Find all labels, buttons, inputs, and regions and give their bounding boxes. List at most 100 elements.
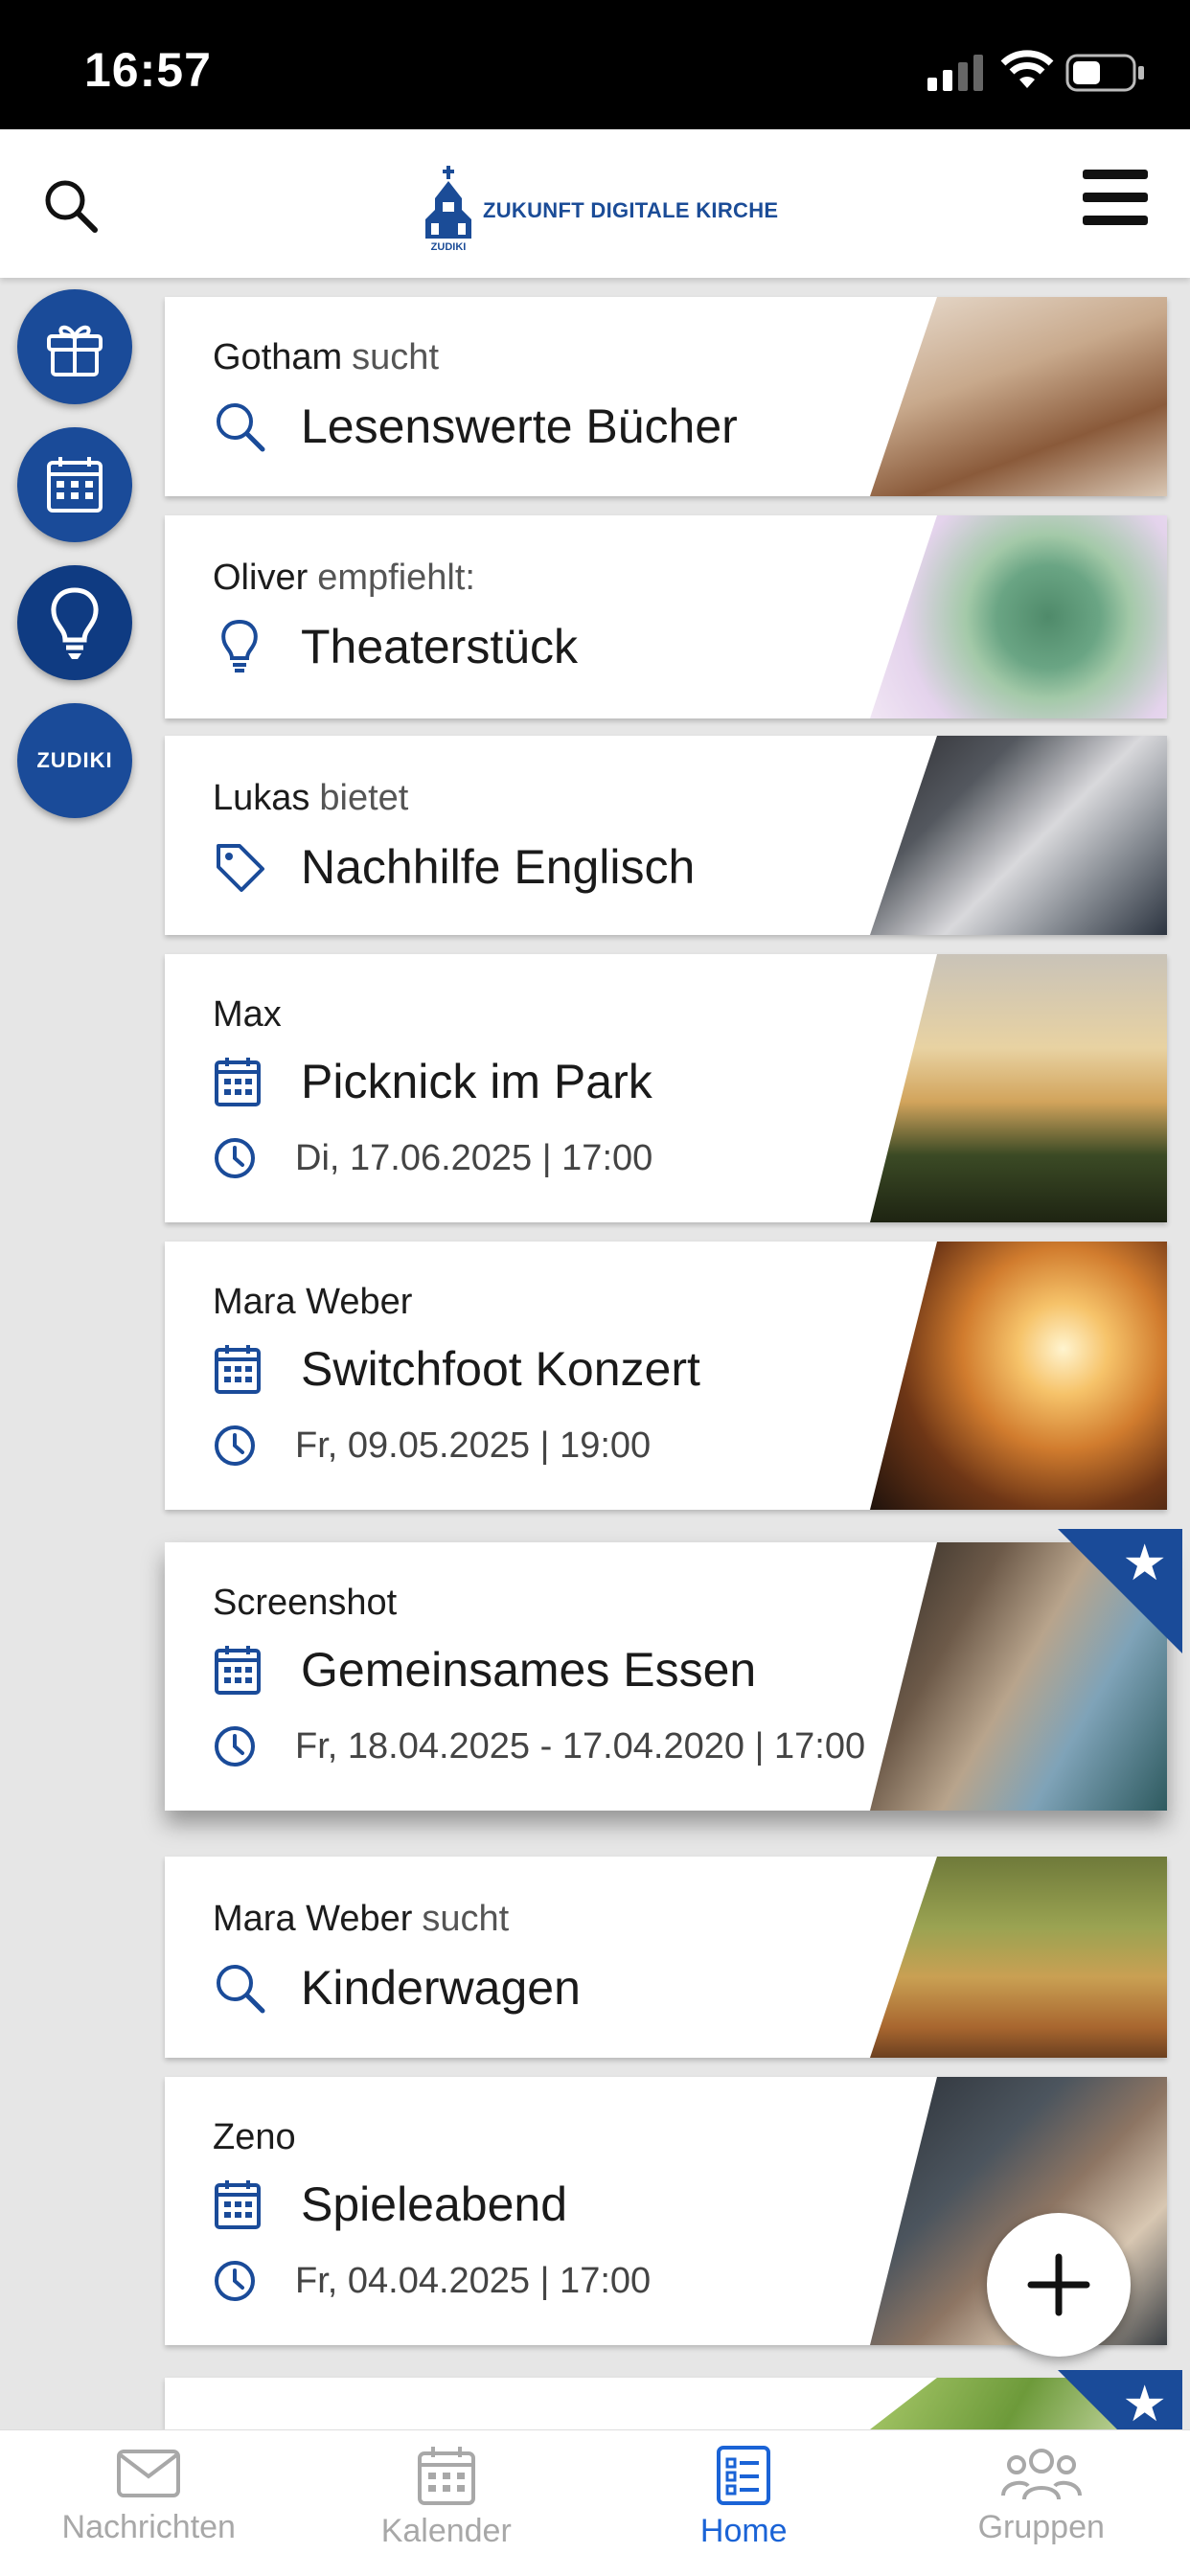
tab-gruppen[interactable]: Gruppen [893,2430,1190,2576]
calendar-icon [416,2444,477,2507]
park-family-image [870,1857,1167,2058]
zudiki-button[interactable]: ZUDIKI [17,703,132,818]
battery-icon [1065,54,1146,92]
card-date: Fr, 18.04.2025 - 17.04.2020 | 17:00 [295,1726,865,1767]
card-author: Max [213,994,282,1036]
card-title-row: Nachhilfe Englisch [213,839,695,895]
clock-icon [213,1424,257,1468]
lightbulb-icon [41,584,108,661]
author-name: Mara Weber [213,1899,412,1939]
feed-card[interactable]: Lukasbietet Nachhilfe Englisch [165,736,1167,935]
logo-subtext: ZUDIKI [431,241,467,252]
card-date: Fr, 09.05.2025 | 19:00 [295,1425,651,1467]
search-icon [213,399,266,453]
card-title-row: Switchfoot Konzert [213,1341,700,1397]
card-author: Gothamsucht [213,337,439,378]
author-name: Oliver [213,558,308,598]
list-icon [715,2444,772,2507]
concert-image [870,1242,1167,1510]
logo-text: ZUKUNFT DIGITALE KIRCHE [483,198,778,223]
church-logo-icon: ZUDIKI [422,164,475,252]
picnic-image [870,954,1167,1222]
card-date-row: Di, 17.06.2025 | 17:00 [213,1136,652,1180]
clock-icon [213,1724,257,1768]
card-title: Gemeinsames Essen [301,1642,756,1698]
feed-card[interactable]: Oliverempfiehlt: Theaterstück [165,515,1167,718]
calendar-icon [213,1643,263,1697]
search-icon[interactable] [42,177,100,235]
author-verb: sucht [352,337,439,377]
event-card[interactable]: Mara Weber Switchfoot Konzert Fr, 09.05.… [165,1242,1167,1510]
calendar-button[interactable] [17,427,132,542]
card-title: Lesenswerte Bücher [301,399,738,454]
wifi-icon [1000,50,1054,90]
card-title: Nachhilfe Englisch [301,839,695,895]
card-date-row: Fr, 04.04.2025 | 17:00 [213,2259,651,2303]
card-author: Screenshot [213,1583,397,1624]
gift-icon [41,313,108,380]
card-author: Oliverempfiehlt: [213,558,475,599]
clock-icon [213,1136,257,1180]
card-title: Switchfoot Konzert [301,1341,700,1397]
add-button[interactable] [987,2213,1131,2357]
feed-card[interactable]: Mara Webersucht Kinderwagen [165,1857,1167,2058]
calendar-icon [213,2177,263,2231]
status-bar: 16:57 [0,0,1190,129]
card-title-row: Theaterstück [213,619,578,674]
status-time: 16:57 [84,42,212,98]
app-header: ZUDIKI ZUKUNFT DIGITALE KIRCHE [0,129,1190,278]
card-title-row: Picknick im Park [213,1054,652,1109]
card-title-row: Kinderwagen [213,1960,581,2016]
bottom-tab-bar: Nachrichten Kalender Home [0,2429,1190,2576]
plus-icon [1025,2251,1092,2318]
calendar-icon [213,1055,263,1108]
hamburger-menu-icon[interactable] [1081,162,1150,235]
featured-event-card[interactable]: Screenshot Gemeinsames Essen Fr, 18.04.2… [165,1542,1167,1811]
signal-icon [927,53,989,91]
succulent-image [870,515,1167,718]
tab-home[interactable]: Home [595,2430,893,2576]
tab-label: Home [700,2513,788,2550]
card-date-row: Fr, 18.04.2025 - 17.04.2020 | 17:00 [213,1724,865,1768]
tag-icon [213,840,266,894]
calendar-icon [213,1342,263,1396]
card-author: Lukasbietet [213,778,408,819]
feed-card[interactable]: Gothamsucht Lesenswerte Bücher [165,297,1167,496]
lightbulb-button[interactable] [17,565,132,680]
star-icon: ★ [1122,2380,1167,2429]
star-icon: ★ [1122,1539,1167,1588]
calendar-icon [41,451,108,518]
card-author: Zeno [213,2117,296,2158]
gift-button[interactable] [17,289,132,404]
zudiki-label: ZUDIKI [36,748,112,773]
card-title-row: Lesenswerte Bücher [213,399,738,454]
group-icon [1001,2444,1082,2503]
author-verb: bietet [319,778,408,818]
featured-event-card[interactable]: ★ [165,2378,1167,2429]
author-name: Lukas [213,778,309,818]
card-title: Theaterstück [301,619,578,674]
author-verb: empfiehlt: [317,558,475,598]
card-title: Kinderwagen [301,1960,581,2016]
tab-nachrichten[interactable]: Nachrichten [0,2430,298,2576]
clock-icon [213,2259,257,2303]
card-title-row: Spieleabend [213,2177,567,2232]
author-name: Gotham [213,337,342,377]
card-date: Di, 17.06.2025 | 17:00 [295,1138,652,1179]
card-author: Mara Webersucht [213,1899,509,1940]
app-logo: ZUDIKI ZUKUNFT DIGITALE KIRCHE [422,164,778,252]
event-card[interactable]: Max Picknick im Park Di, 17.06.2025 | 17… [165,954,1167,1222]
card-title: Spieleabend [301,2177,567,2232]
books-image [870,297,1167,496]
tab-label: Nachrichten [62,2509,236,2546]
card-date-row: Fr, 09.05.2025 | 19:00 [213,1424,651,1468]
lightbulb-icon [213,618,266,675]
author-verb: sucht [422,1899,509,1939]
tab-label: Kalender [381,2513,512,2550]
card-title-row: Gemeinsames Essen [213,1642,756,1698]
card-date: Fr, 04.04.2025 | 17:00 [295,2261,651,2302]
card-author: Mara Weber [213,1282,412,1323]
tab-kalender[interactable]: Kalender [298,2430,596,2576]
study-image [870,736,1167,935]
search-icon [213,1961,266,2015]
